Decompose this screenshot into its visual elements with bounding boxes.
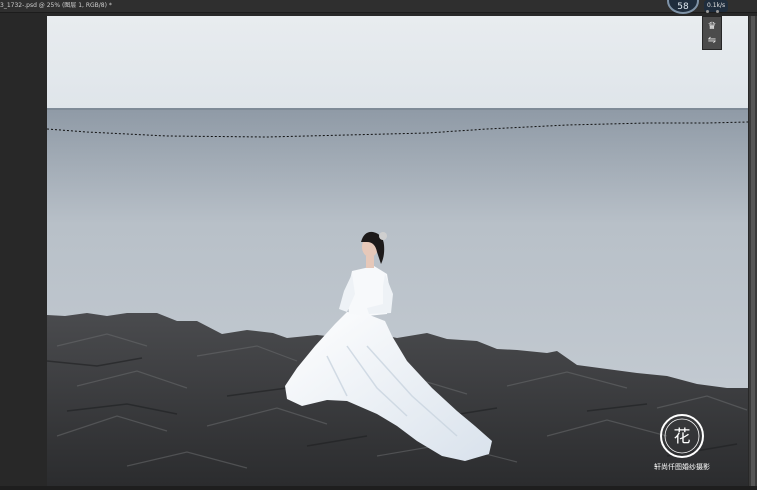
status-strip: [0, 486, 757, 490]
tool-panel: ♛ ⇋: [702, 16, 722, 50]
stamp-icon[interactable]: ♛: [705, 20, 719, 33]
sky-area: [47, 16, 748, 109]
document-canvas[interactable]: 花 轩尚仟图婚纱摄影: [47, 16, 748, 486]
watermark-caption: 轩尚仟图婚纱摄影: [654, 462, 710, 471]
vertical-scrollbar[interactable]: [749, 16, 757, 486]
photo-image: 花 轩尚仟图婚纱摄影: [47, 16, 748, 486]
watermark-seal-text: 花: [674, 427, 691, 447]
indicator-dot: [716, 10, 719, 13]
adjust-icon[interactable]: ⇋: [705, 34, 719, 47]
scrollbar-thumb[interactable]: [751, 16, 755, 486]
document-tab-title[interactable]: 3_1732-.psd @ 25% (图层 1, RGB/8) *: [0, 1, 112, 11]
bride-neck: [366, 256, 374, 268]
indicator-dot: [706, 10, 709, 13]
document-tab-bar: 3_1732-.psd @ 25% (图层 1, RGB/8) *: [0, 0, 757, 13]
sea-horizon-line: [47, 108, 748, 110]
bride-hair-bun: [379, 232, 387, 240]
